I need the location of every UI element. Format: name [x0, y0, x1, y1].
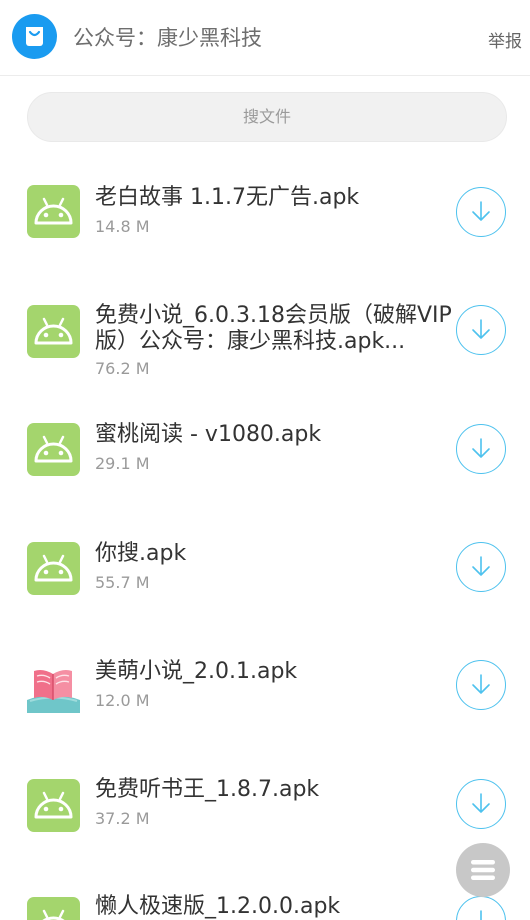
- download-button[interactable]: [456, 660, 506, 710]
- list-item[interactable]: 懒人极速版_1.2.0.0.apk: [0, 810, 530, 920]
- file-size: 14.8 M: [95, 217, 150, 236]
- menu-icon: [471, 860, 495, 880]
- download-button[interactable]: [456, 542, 506, 592]
- menu-button[interactable]: [456, 843, 510, 897]
- file-list: 老白故事 1.1.7无广告.apk 14.8 M 免费小说_6.0.3.18会员…: [0, 0, 530, 920]
- file-size: 12.0 M: [95, 691, 150, 710]
- download-arrow-icon: [472, 674, 490, 694]
- file-name: 老白故事 1.1.7无广告.apk: [95, 185, 360, 210]
- android-icon: [27, 897, 80, 920]
- android-icon: [27, 423, 80, 476]
- list-item[interactable]: 免费小说_6.0.3.18会员版（破解VIP版）公众号：康少黑科技.apk...…: [0, 303, 530, 413]
- file-name: 美萌小说_2.0.1.apk: [95, 659, 298, 684]
- file-name: 免费小说_6.0.3.18会员版（破解VIP版）公众号：康少黑科技.apk...: [95, 303, 452, 354]
- download-button[interactable]: [456, 305, 506, 355]
- android-icon: [27, 305, 80, 358]
- download-button[interactable]: [456, 187, 506, 237]
- list-item[interactable]: 老白故事 1.1.7无广告.apk 14.8 M: [0, 185, 530, 295]
- file-size: 29.1 M: [95, 454, 150, 473]
- file-size: 76.2 M: [95, 359, 150, 378]
- list-item[interactable]: 你搜.apk 55.7 M: [0, 541, 530, 651]
- android-icon: [27, 185, 80, 238]
- download-arrow-icon: [472, 201, 490, 221]
- download-arrow-icon: [472, 556, 490, 576]
- file-name: 蜜桃阅读 - v1080.apk: [95, 422, 322, 447]
- file-name: 免费听书王_1.8.7.apk: [95, 777, 320, 802]
- file-name: 你搜.apk: [95, 541, 187, 566]
- list-item[interactable]: 美萌小说_2.0.1.apk 12.0 M: [0, 659, 530, 769]
- file-size: 55.7 M: [95, 573, 150, 592]
- file-name: 懒人极速版_1.2.0.0.apk: [95, 894, 341, 919]
- download-button[interactable]: [456, 424, 506, 474]
- android-icon: [27, 542, 80, 595]
- download-arrow-icon: [480, 910, 482, 920]
- list-item[interactable]: 蜜桃阅读 - v1080.apk 29.1 M: [0, 422, 530, 532]
- book-icon: [27, 660, 80, 713]
- download-arrow-icon: [472, 438, 490, 458]
- download-arrow-icon: [472, 319, 490, 339]
